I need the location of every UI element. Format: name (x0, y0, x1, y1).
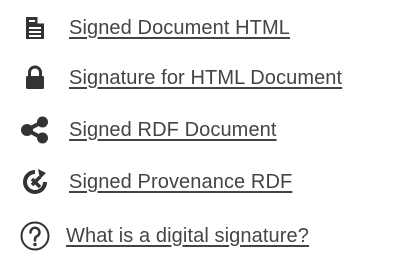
link-signature-for-html-document[interactable]: Signature for HTML Document (69, 67, 342, 90)
provenance-cycle-icon (18, 165, 52, 199)
link-what-is-digital-signature[interactable]: What is a digital signature? (66, 225, 309, 248)
question-circle-icon (18, 219, 52, 253)
signature-links-list: Signed Document HTML Signature for HTML … (0, 0, 418, 263)
share-nodes-icon (18, 113, 52, 147)
link-item-signature-for-html-document[interactable]: Signature for HTML Document (18, 58, 342, 98)
link-signed-rdf-document[interactable]: Signed RDF Document (69, 119, 277, 142)
document-icon (18, 11, 52, 45)
link-item-signed-rdf-document[interactable]: Signed RDF Document (18, 110, 277, 150)
link-item-signed-provenance-rdf[interactable]: Signed Provenance RDF (18, 162, 292, 202)
link-item-what-is-digital-signature[interactable]: What is a digital signature? (18, 216, 309, 256)
link-signed-document-html[interactable]: Signed Document HTML (69, 17, 290, 40)
link-signed-provenance-rdf[interactable]: Signed Provenance RDF (69, 171, 292, 194)
lock-icon (18, 61, 52, 95)
link-item-signed-document-html[interactable]: Signed Document HTML (18, 8, 290, 48)
